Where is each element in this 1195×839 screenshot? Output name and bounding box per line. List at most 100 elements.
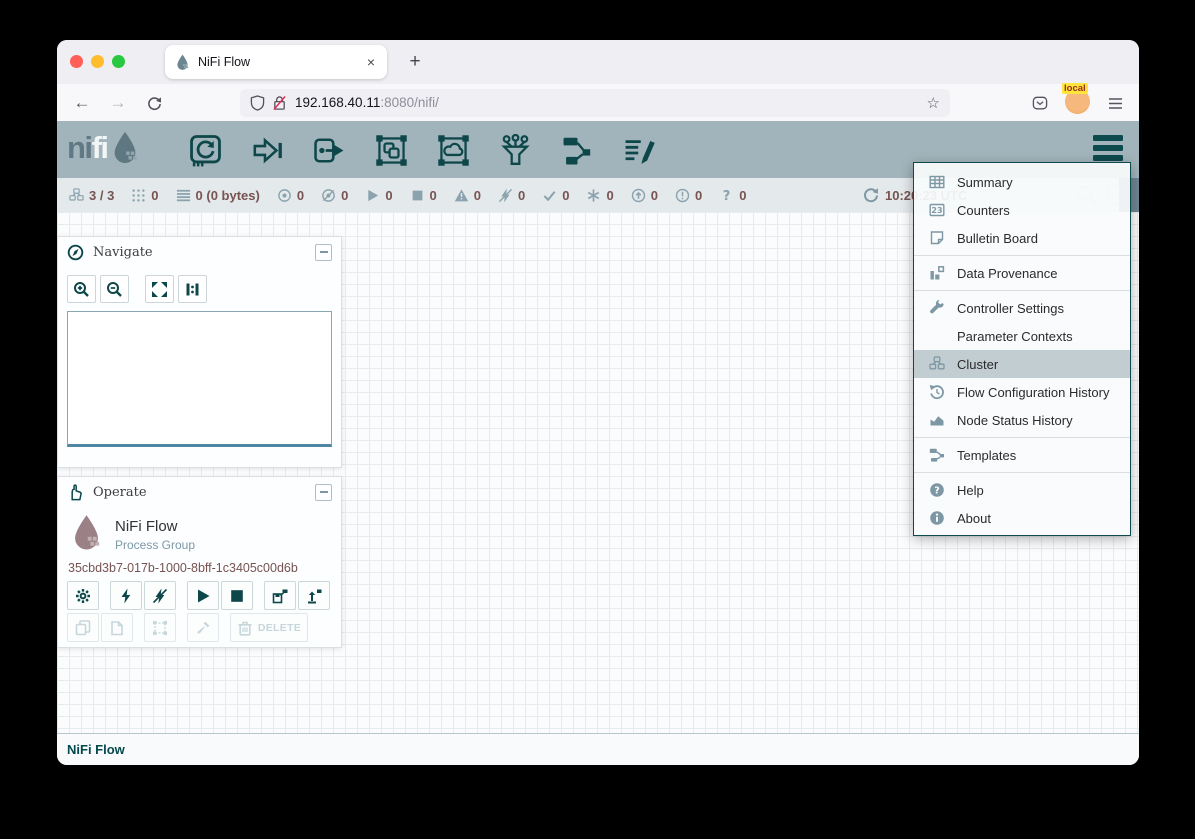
back-button[interactable]: ← xyxy=(69,90,95,116)
menu-item-label: Node Status History xyxy=(957,413,1073,428)
operate-actions-row-2: DELETE xyxy=(67,613,310,642)
menu-item-label: Templates xyxy=(957,448,1016,463)
status-item-sync-failure: ?0 xyxy=(719,188,746,203)
menu-item-summary[interactable]: Summary xyxy=(914,168,1130,196)
collapse-operate-button[interactable] xyxy=(315,484,332,501)
birdseye-minimap[interactable] xyxy=(67,311,332,447)
status-count: 0 xyxy=(474,188,481,203)
operate-panel: Operate NiFi Flow Process Group 35cbd3b7… xyxy=(57,476,342,648)
menu-item-cluster[interactable]: Cluster xyxy=(914,350,1130,378)
label-tool[interactable] xyxy=(621,132,657,168)
menu-item-label: Summary xyxy=(957,175,1013,190)
selected-flow-name: NiFi Flow xyxy=(115,513,195,535)
reload-button[interactable] xyxy=(141,90,167,116)
profile-badge: local xyxy=(1062,83,1088,94)
insecure-lock-icon[interactable] xyxy=(272,95,287,111)
menu-item-label: Parameter Contexts xyxy=(957,329,1073,344)
status-count: 0 xyxy=(739,188,746,203)
enable-button[interactable] xyxy=(110,581,142,610)
browser-menu-button[interactable] xyxy=(1102,90,1128,116)
status-count: 0 xyxy=(606,188,613,203)
bookmark-star-icon[interactable]: ☆ xyxy=(927,94,940,112)
nifi-logo: nifi xyxy=(67,130,140,166)
node-status-history-icon xyxy=(928,412,946,428)
logo-text-fi: fi xyxy=(92,130,108,165)
browser-tab-bar: NiFi Flow × + xyxy=(57,40,1139,84)
menu-item-node-status-history[interactable]: Node Status History xyxy=(914,406,1130,434)
menu-item-about[interactable]: About xyxy=(914,504,1130,532)
refresh-icon[interactable] xyxy=(863,187,879,203)
new-tab-button[interactable]: + xyxy=(401,48,429,76)
profile-avatar[interactable]: local xyxy=(1065,89,1092,116)
status-item-disabled: 0 xyxy=(498,188,525,203)
menu-item-controller-settings[interactable]: Controller Settings xyxy=(914,294,1130,322)
window-controls xyxy=(70,55,125,68)
copy-button[interactable] xyxy=(67,613,99,642)
templates-icon xyxy=(928,447,946,463)
url-path: :8080/nifi/ xyxy=(380,95,439,110)
forward-button[interactable]: → xyxy=(105,90,131,116)
menu-item-help[interactable]: ?Help xyxy=(914,476,1130,504)
zoom-out-button[interactable] xyxy=(100,275,129,303)
status-item-up-to-date: 0 xyxy=(542,188,569,203)
status-count: 0 xyxy=(385,188,392,203)
status-item-processor-grid: 0 xyxy=(131,188,158,203)
collapse-navigate-button[interactable] xyxy=(315,244,332,261)
close-window-button[interactable] xyxy=(70,55,83,68)
paste-button[interactable] xyxy=(101,613,133,642)
selected-flow-id: 35cbd3b7-017b-1000-8bff-1c3405c00d6b xyxy=(68,561,298,575)
menu-item-flow-configuration-history[interactable]: Flow Configuration History xyxy=(914,378,1130,406)
remote-process-group-tool[interactable] xyxy=(435,132,471,168)
status-item-locally-modified: 0 xyxy=(586,188,613,203)
menu-item-label: Counters xyxy=(957,203,1010,218)
url-bar[interactable]: 192.168.40.11:8080/nifi/ ☆ xyxy=(240,89,950,117)
menu-item-label: Flow Configuration History xyxy=(957,385,1109,400)
status-item-stopped: 0 xyxy=(410,188,437,203)
svg-text:23: 23 xyxy=(931,206,942,215)
start-button[interactable] xyxy=(187,581,219,610)
operate-title: Operate xyxy=(93,485,147,500)
status-count: 0 xyxy=(518,188,525,203)
menu-item-bulletin-board[interactable]: Bulletin Board xyxy=(914,224,1130,252)
output-port-tool[interactable] xyxy=(311,132,347,168)
group-button[interactable] xyxy=(144,613,176,642)
menu-separator xyxy=(914,290,1130,291)
processor-tool[interactable] xyxy=(187,132,223,168)
zoom-in-button[interactable] xyxy=(67,275,96,303)
cluster-icon xyxy=(928,356,946,372)
stop-button[interactable] xyxy=(221,581,253,610)
menu-item-templates[interactable]: Templates xyxy=(914,441,1130,469)
global-menu-button[interactable] xyxy=(1093,135,1123,161)
disable-button[interactable] xyxy=(144,581,176,610)
breadcrumb[interactable]: NiFi Flow xyxy=(67,742,125,757)
menu-item-counters[interactable]: 23 Counters xyxy=(914,196,1130,224)
data-provenance-icon xyxy=(928,265,946,281)
browser-tab[interactable]: NiFi Flow × xyxy=(165,45,387,79)
create-template-button[interactable] xyxy=(264,581,296,610)
zoom-actual-size-button[interactable] xyxy=(178,275,207,303)
pocket-icon[interactable] xyxy=(1027,90,1053,116)
menu-item-parameter-contexts[interactable]: Parameter Contexts xyxy=(914,322,1130,350)
funnel-tool[interactable] xyxy=(497,132,533,168)
menu-item-data-provenance[interactable]: Data Provenance xyxy=(914,259,1130,287)
sync-failure-icon: ? xyxy=(719,188,734,203)
shield-icon[interactable] xyxy=(250,95,265,111)
status-item-queued: 0 (0 bytes) xyxy=(176,188,260,203)
zoom-fit-button[interactable] xyxy=(145,275,174,303)
template-tool[interactable] xyxy=(559,132,595,168)
counters-icon: 23 xyxy=(928,202,946,218)
input-port-tool[interactable] xyxy=(249,132,285,168)
configuration-button[interactable] xyxy=(67,581,99,610)
delete-button[interactable]: DELETE xyxy=(230,613,308,642)
url-host: 192.168.40.11 xyxy=(295,95,380,110)
tab-close-icon[interactable]: × xyxy=(365,54,377,70)
maximize-window-button[interactable] xyxy=(112,55,125,68)
fill-color-button[interactable] xyxy=(187,613,219,642)
status-item-cluster: 3 / 3 xyxy=(69,188,114,203)
help-icon: ? xyxy=(928,482,946,498)
flow-config-history-icon xyxy=(928,384,946,400)
status-count: 0 xyxy=(695,188,702,203)
upload-template-button[interactable] xyxy=(298,581,330,610)
process-group-tool[interactable] xyxy=(373,132,409,168)
minimize-window-button[interactable] xyxy=(91,55,104,68)
